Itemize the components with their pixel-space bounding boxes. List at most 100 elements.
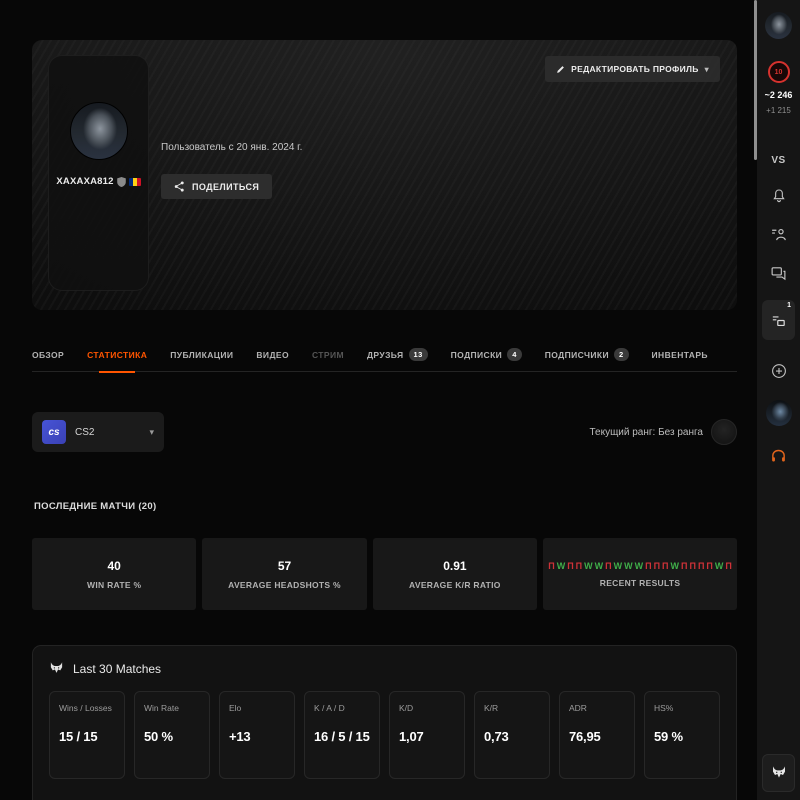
verified-shield-icon [117,177,126,187]
avg-headshots-card: 57 AVERAGE HEADSHOTS % [202,538,366,610]
faceit-app-button[interactable] [762,754,795,792]
rank-badge-icon [711,419,737,445]
chevron-down-icon: ▾ [149,427,154,438]
member-since-text: Пользователь с 20 янв. 2024 г. [161,142,302,153]
main-content: XAXAXA812 Пользователь с 20 янв. 2024 г.… [32,0,737,800]
avg-kr-label: AVERAGE K/R RATIO [409,580,501,590]
stat-value: 15 / 15 [59,729,115,744]
win-rate-card: Win Rate 50 % [134,691,210,779]
share-label: ПОДЕЛИТЬСЯ [192,182,259,192]
recent-matches-title: ПОСЛЕДНИЕ МАТЧИ (20) [34,501,156,512]
kad-card: K / A / D 16 / 5 / 15 [304,691,380,779]
result-letter: П [576,561,582,571]
result-letter: П [689,561,695,571]
following-count-badge: 4 [507,348,522,361]
result-letter: П [681,561,687,571]
romania-flag-icon [129,178,141,186]
recent-stats-cards: 40 WIN RATE % 57 AVERAGE HEADSHOTS % 0.9… [32,538,737,610]
kr-card: K/R 0,73 [474,691,550,779]
stat-value: 16 / 5 / 15 [314,729,370,744]
stat-label: HS% [654,703,710,713]
edit-profile-button[interactable]: РЕДАКТИРОВАТЬ ПРОФИЛЬ ▾ [545,56,720,82]
result-letter: П [725,561,731,571]
right-sidebar: 10 ~2 246 +1 215 VS [757,0,800,800]
missions-button[interactable]: 1 [762,300,795,340]
result-letter: W [635,561,644,571]
tab-overview[interactable]: ОБЗОР [32,338,64,372]
stat-label: K / A / D [314,703,370,713]
missions-icon [770,312,787,329]
stat-label: ADR [569,703,625,713]
current-rank-label: Текущий ранг: Без ранга [589,427,703,438]
page-scrollbar[interactable] [754,0,757,160]
chats-button[interactable] [770,265,787,282]
tab-videos[interactable]: ВИДЕО [256,338,289,372]
result-letter: П [605,561,611,571]
tab-label: СТАТИСТИКА [87,350,147,360]
result-letter: W [671,561,680,571]
avg-headshots-value: 57 [278,559,291,573]
tab-posts[interactable]: ПУБЛИКАЦИИ [170,338,233,372]
username: XAXAXA812 [56,176,113,187]
tab-label: ДРУЗЬЯ [367,350,404,360]
share-button[interactable]: ПОДЕЛИТЬСЯ [161,174,272,199]
tab-followers[interactable]: ПОДПИСЧИКИ 2 [545,338,629,372]
avg-headshots-label: AVERAGE HEADSHOTS % [228,580,341,590]
faceit-profile-page: XAXAXA812 Пользователь с 20 янв. 2024 г.… [0,0,800,800]
result-letter: W [584,561,593,571]
tab-statistics[interactable]: СТАТИСТИКА [87,338,147,372]
faceit-wolf-icon [49,661,64,676]
stat-label: Elo [229,703,285,713]
watch-streams-button[interactable] [770,226,787,243]
tab-label: ВИДЕО [256,350,289,360]
win-rate-value: 40 [108,559,121,573]
tab-friends[interactable]: ДРУЗЬЯ 13 [367,338,428,372]
game-select-dropdown[interactable]: cs CS2 ▾ [32,412,164,452]
profile-avatar[interactable] [70,102,128,160]
stat-value: 1,07 [399,729,455,744]
profile-banner: XAXAXA812 Пользователь с 20 янв. 2024 г.… [32,40,737,310]
kd-card: K/D 1,07 [389,691,465,779]
stat-value: 59 % [654,729,710,744]
share-icon [174,181,185,192]
profile-card: XAXAXA812 [48,55,149,291]
result-letter: W [557,561,566,571]
missions-count-badge: 1 [787,302,791,309]
stat-value: 76,95 [569,729,625,744]
result-letter: W [624,561,633,571]
result-letter: W [614,561,623,571]
chat-bubbles-icon [770,265,787,282]
avg-kr-card: 0.91 AVERAGE K/R RATIO [373,538,537,610]
party-member-avatar[interactable] [766,400,792,426]
result-letter: W [595,561,604,571]
last-30-matches-panel: Last 30 Matches Wins / Losses 15 / 15 Wi… [32,645,737,800]
followers-count-badge: 2 [614,348,629,361]
vs-matchmaking-button[interactable]: VS [771,155,785,166]
tab-inventory[interactable]: ИНВЕНТАРЬ [652,338,708,372]
edit-profile-label: РЕДАКТИРОВАТЬ ПРОФИЛЬ [571,64,699,74]
avg-kr-value: 0.91 [443,559,466,573]
voice-support-button[interactable] [770,448,787,465]
last-30-cards: Wins / Losses 15 / 15 Win Rate 50 % Elo … [49,691,720,779]
tab-label: ПОДПИСКИ [451,350,503,360]
faceit-level-badge[interactable]: 10 [768,61,790,83]
watch-icon [770,226,787,243]
win-rate-label: WIN RATE % [87,580,141,590]
last-30-title: Last 30 Matches [73,662,161,676]
selected-game-label: CS2 [75,427,94,438]
stat-value: 0,73 [484,729,540,744]
tab-stream[interactable]: СТРИМ [312,338,344,372]
username-row: XAXAXA812 [49,176,148,187]
tab-following[interactable]: ПОДПИСКИ 4 [451,338,522,372]
elo-card: Elo +13 [219,691,295,779]
notifications-button[interactable] [771,188,787,204]
recent-results-label: RECENT RESULTS [600,578,681,588]
result-letter: П [706,561,712,571]
result-letter: W [715,561,724,571]
level-number: 10 [775,69,783,76]
add-button[interactable] [770,362,788,380]
result-letter: П [548,561,554,571]
sidebar-user-avatar[interactable] [765,12,792,39]
pencil-icon [556,65,565,74]
recent-results-card: ПWППWWПWWWПППWППППWП RECENT RESULTS [543,538,737,610]
